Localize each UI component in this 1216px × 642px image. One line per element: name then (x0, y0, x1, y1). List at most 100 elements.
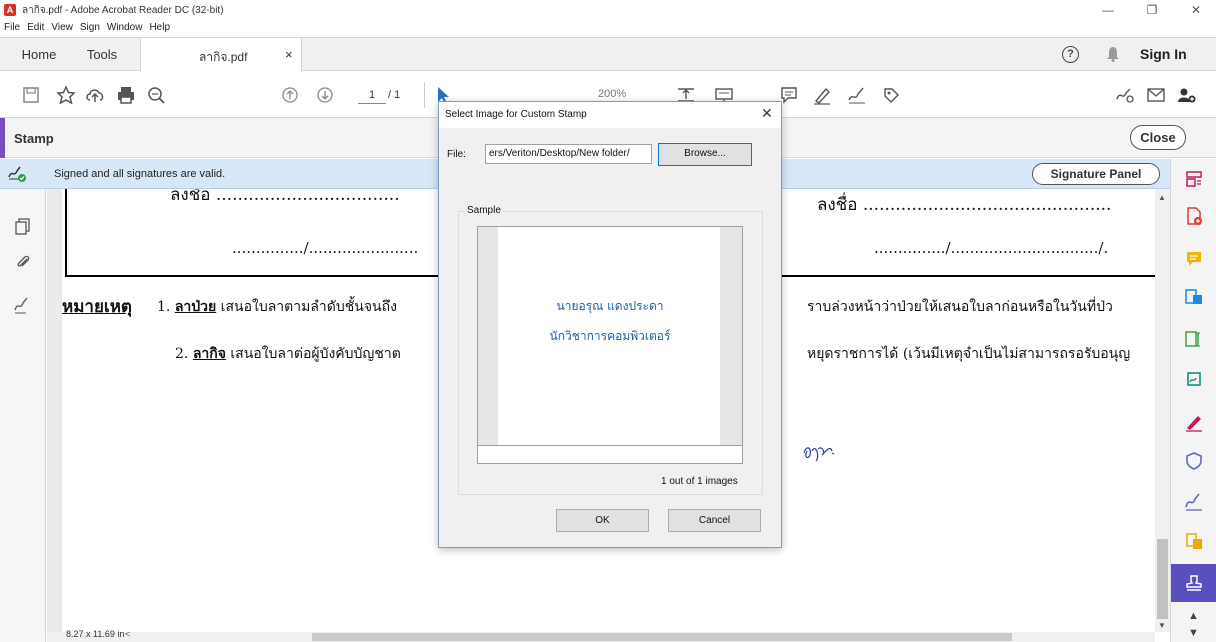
fill-sign-icon[interactable] (846, 84, 868, 106)
page-up-icon[interactable] (279, 84, 301, 106)
rail-scroll-down-icon[interactable]: ▼ (1188, 627, 1199, 639)
help-icon[interactable]: ? (1062, 46, 1079, 63)
tab-document[interactable]: ลากิจ.pdf × (140, 38, 302, 73)
edit-pdf-icon[interactable] (1184, 329, 1204, 349)
file-label: File: (447, 149, 466, 160)
dialog-title-bar: Select Image for Custom Stamp ✕ (439, 102, 781, 128)
signatures-panel-icon[interactable] (14, 297, 32, 315)
remark-heading: หมายเหตุ (62, 297, 132, 317)
menu-view[interactable]: View (51, 22, 73, 33)
scroll-down-arrow-icon[interactable]: ▼ (1158, 621, 1166, 630)
menu-help[interactable]: Help (149, 22, 170, 33)
stamp-tool-active-button[interactable] (1171, 564, 1216, 602)
organize-pages-icon[interactable] (1184, 169, 1204, 189)
window-title: ลากิจ.pdf - Adobe Acrobat Reader DC (32-… (22, 4, 224, 16)
tab-bar: Home Tools ลากิจ.pdf × ? Sign In (0, 37, 1216, 73)
protect-shield-icon[interactable] (1184, 451, 1204, 471)
menu-window[interactable]: Window (107, 22, 143, 33)
send-for-signature-icon[interactable] (1184, 369, 1204, 389)
acrobat-icon: A (4, 4, 16, 16)
email-icon[interactable] (1145, 84, 1167, 106)
sample-group-label: Sample (465, 205, 503, 216)
sign-in-button[interactable]: Sign In (1140, 38, 1187, 71)
sign-line-right: ลงชื่อ .................................… (817, 195, 1112, 215)
scroll-up-arrow-icon[interactable]: ▲ (1158, 193, 1166, 202)
highlight-pen-icon[interactable] (811, 84, 833, 106)
date-line-right: .............../........................… (874, 239, 1109, 257)
tab-tools[interactable]: Tools (74, 38, 130, 71)
date-line-left: .............../....................... (232, 239, 419, 257)
request-signature-icon[interactable] (1114, 84, 1136, 106)
close-tool-button[interactable]: Close (1130, 125, 1186, 150)
vertical-scrollbar[interactable]: ▲ ▼ (1155, 189, 1170, 632)
save-icon[interactable] (20, 84, 42, 106)
menu-edit[interactable]: Edit (27, 22, 44, 33)
item-2-number: 2. (175, 346, 189, 362)
menu-sign[interactable]: Sign (80, 22, 100, 33)
select-image-dialog: Select Image for Custom Stamp ✕ File: er… (438, 101, 782, 548)
preview-divider (478, 445, 742, 446)
stamp-icon (1186, 575, 1202, 591)
close-window-button[interactable]: ✕ (1176, 0, 1216, 20)
tab-document-label: ลากิจ.pdf (199, 50, 248, 64)
create-pdf-icon[interactable] (1184, 206, 1204, 226)
item-1-keyword: ลาป่วย (174, 299, 217, 315)
signature-panel-button[interactable]: Signature Panel (1032, 163, 1160, 185)
item-1-number: 1. (157, 299, 171, 315)
remark-item-1-continued: ราบล่วงหน้าว่าป่วยให้เสนอใบลาก่อนหรือในว… (807, 299, 1113, 315)
horizontal-scroll-thumb[interactable] (312, 633, 1012, 641)
bookmark-star-icon[interactable] (55, 84, 77, 106)
fill-and-sign-icon[interactable] (1184, 412, 1204, 432)
combine-files-icon[interactable] (1184, 531, 1204, 551)
item-1-text: เสนอใบลาตามลำดับชั้นจนถึง (216, 299, 397, 315)
title-bar: A ลากิจ.pdf - Adobe Acrobat Reader DC (3… (0, 0, 1216, 20)
cancel-button[interactable]: Cancel (668, 509, 761, 532)
remark-item-2: 2. ลากิจ เสนอใบลาต่อผู้บังคับบัญชาต (175, 343, 401, 365)
rail-scroll-up-icon[interactable]: ▲ (1188, 610, 1199, 622)
menu-file[interactable]: File (4, 22, 20, 33)
page-count: / 1 (388, 89, 401, 101)
stamp-tool-label: Stamp (14, 131, 54, 146)
search-zoom-icon[interactable] (145, 84, 167, 106)
page-number-input[interactable]: 1 (358, 86, 386, 104)
tab-home[interactable]: Home (12, 38, 66, 71)
attachments-paperclip-icon[interactable] (14, 253, 32, 271)
page-down-icon[interactable] (314, 84, 336, 106)
browse-button[interactable]: Browse... (658, 143, 752, 166)
scroll-left-arrow-icon[interactable]: < (125, 629, 130, 639)
ok-button[interactable]: OK (556, 509, 649, 532)
print-icon[interactable] (115, 84, 137, 106)
tab-close-icon[interactable]: × (285, 47, 293, 62)
zoom-level[interactable]: 200% (598, 88, 626, 100)
page-size-indicator: 8.27 x 11.69 in (66, 629, 125, 639)
dialog-title: Select Image for Custom Stamp (445, 109, 587, 120)
menu-bar: File Edit View Sign Window Help (0, 20, 1216, 35)
dialog-close-icon[interactable]: ✕ (761, 105, 773, 122)
item-2-keyword: ลากิจ (192, 346, 226, 362)
signature-valid-icon (8, 166, 26, 182)
comment-tool-icon[interactable] (1184, 249, 1204, 269)
vertical-scroll-thumb[interactable] (1157, 539, 1168, 619)
stamp-preview-name: นายอรุณ แดงประดา (556, 299, 664, 313)
signature-status-message: Signed and all signatures are valid. (54, 168, 226, 180)
item-2-text: เสนอใบลาต่อผู้บังคับบัญชาต (225, 346, 401, 362)
page-thumbnails-icon[interactable] (14, 217, 32, 235)
stamp-tool-icon[interactable] (880, 84, 902, 106)
right-tools-rail: ▲ ▼ (1170, 159, 1216, 642)
stamp-accent-strip (0, 118, 5, 158)
maximize-button[interactable]: ❐ (1132, 0, 1172, 20)
add-user-icon[interactable] (1175, 84, 1197, 106)
sign-line-left: ลงชื่อ .................................… (170, 189, 400, 205)
horizontal-scrollbar[interactable] (47, 632, 1155, 642)
upload-cloud-icon[interactable] (84, 84, 106, 106)
file-path-field[interactable]: ers/Veriton/Desktop/New folder/ (485, 144, 652, 164)
stamp-preview-position: นักวิชาการคอมพิวเตอร์ (549, 329, 671, 343)
export-pdf-icon[interactable] (1184, 287, 1204, 307)
remark-item-2-continued: หยุดราชการได้ (เว้นมีเหตุจำเป็นไม่สามารถ… (807, 346, 1131, 362)
minimize-button[interactable]: — (1088, 0, 1128, 20)
handwritten-signature (803, 447, 835, 462)
bell-icon[interactable] (1106, 46, 1120, 62)
remark-item-1: 1. ลาป่วย เสนอใบลาตามลำดับชั้นจนถึง (157, 296, 397, 318)
certificates-signature-icon[interactable] (1184, 492, 1204, 512)
sample-preview: นายอรุณ แดงประดา นักวิชาการคอมพิวเตอร์ (477, 226, 743, 464)
